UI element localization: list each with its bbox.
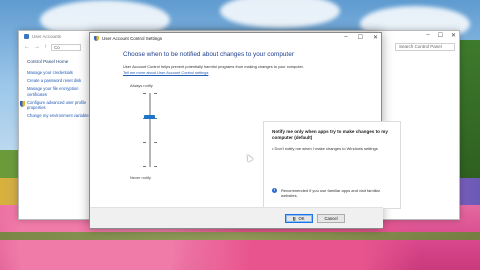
sidebar-link-environment-variables[interactable]: Change my environment variables [27, 113, 93, 118]
grass [0, 232, 480, 240]
slider-tick [143, 142, 146, 143]
address-field[interactable]: Co [51, 43, 81, 51]
setting-description-box: Notify me only when apps try to make cha… [263, 121, 401, 209]
shield-icon [293, 216, 297, 221]
setting-recommendation: Recommended if you use familiar apps and… [281, 188, 380, 198]
sidebar-link-profile-properties[interactable]: Configure advanced user profile properti… [20, 99, 93, 111]
control-panel-window-controls: – ☐ ✕ [426, 32, 456, 39]
control-panel-title: User Accounts [32, 33, 62, 39]
control-panel-icon [24, 33, 29, 39]
uac-description: User Account Control helps prevent poten… [123, 64, 304, 69]
cancel-button[interactable]: Cancel [317, 214, 345, 223]
shield-icon [94, 35, 99, 41]
sidebar-link-credentials[interactable]: Manage your credentials [27, 70, 93, 75]
slider-track[interactable] [149, 93, 151, 167]
sidebar-link-reset-disk[interactable]: Create a password reset disk [27, 78, 93, 83]
slider-tick [154, 142, 157, 143]
setting-title: Notify me only when apps try to make cha… [272, 129, 388, 140]
back-arrow-icon[interactable]: ← [24, 44, 30, 50]
minimize-icon[interactable]: – [426, 32, 429, 39]
uac-heading: Choose when to be notified about changes… [123, 51, 294, 58]
close-icon[interactable]: ✕ [373, 34, 378, 41]
shield-icon [20, 100, 25, 107]
forward-arrow-icon[interactable]: → [34, 44, 40, 50]
slider-tick [154, 166, 157, 167]
ok-button-label: OK [298, 216, 305, 221]
sidebar-link-encryption[interactable]: Manage your file encryption certificates [27, 86, 93, 96]
minimize-icon[interactable]: – [344, 34, 347, 41]
notification-level-slider[interactable]: Always notify Never notify [130, 83, 170, 193]
uac-settings-dialog: User Account Control Settings – ☐ ✕ Choo… [89, 32, 401, 229]
search-input[interactable]: Search Control Panel [395, 43, 455, 51]
up-arrow-icon[interactable]: ↑ [44, 44, 47, 50]
uac-titlebar: User Account Control Settings [90, 33, 381, 43]
uac-window-controls: – ☐ ✕ [344, 34, 378, 41]
maximize-icon[interactable]: ☐ [358, 34, 363, 41]
control-panel-sidebar: Control Panel Home Manage your credentia… [20, 59, 93, 121]
slider-bottom-label: Never notify [130, 175, 151, 180]
close-icon[interactable]: ✕ [451, 32, 456, 39]
setting-bullet: • Don't notify me when I make changes to… [272, 146, 378, 151]
control-panel-home-link[interactable]: Control Panel Home [27, 59, 93, 64]
uac-title: User Account Control Settings [102, 35, 163, 41]
slider-thumb[interactable] [144, 115, 155, 120]
slider-top-label: Always notify [130, 83, 153, 88]
setting-bullet-text: Don't notify me when I make changes to W… [274, 146, 378, 151]
slider-tick [143, 166, 146, 167]
sidebar-link-profile-properties-label: Configure advanced user profile properti… [27, 99, 87, 111]
info-icon: i [272, 188, 277, 193]
ok-button[interactable]: OK [285, 214, 313, 223]
uac-footer: OK Cancel [90, 207, 383, 228]
tell-me-more-link[interactable]: Tell me more about User Account Control … [123, 70, 208, 75]
mouse-cursor-icon [244, 152, 254, 163]
slider-tick [154, 93, 157, 94]
maximize-icon[interactable]: ☐ [438, 32, 443, 39]
slider-tick [143, 93, 146, 94]
